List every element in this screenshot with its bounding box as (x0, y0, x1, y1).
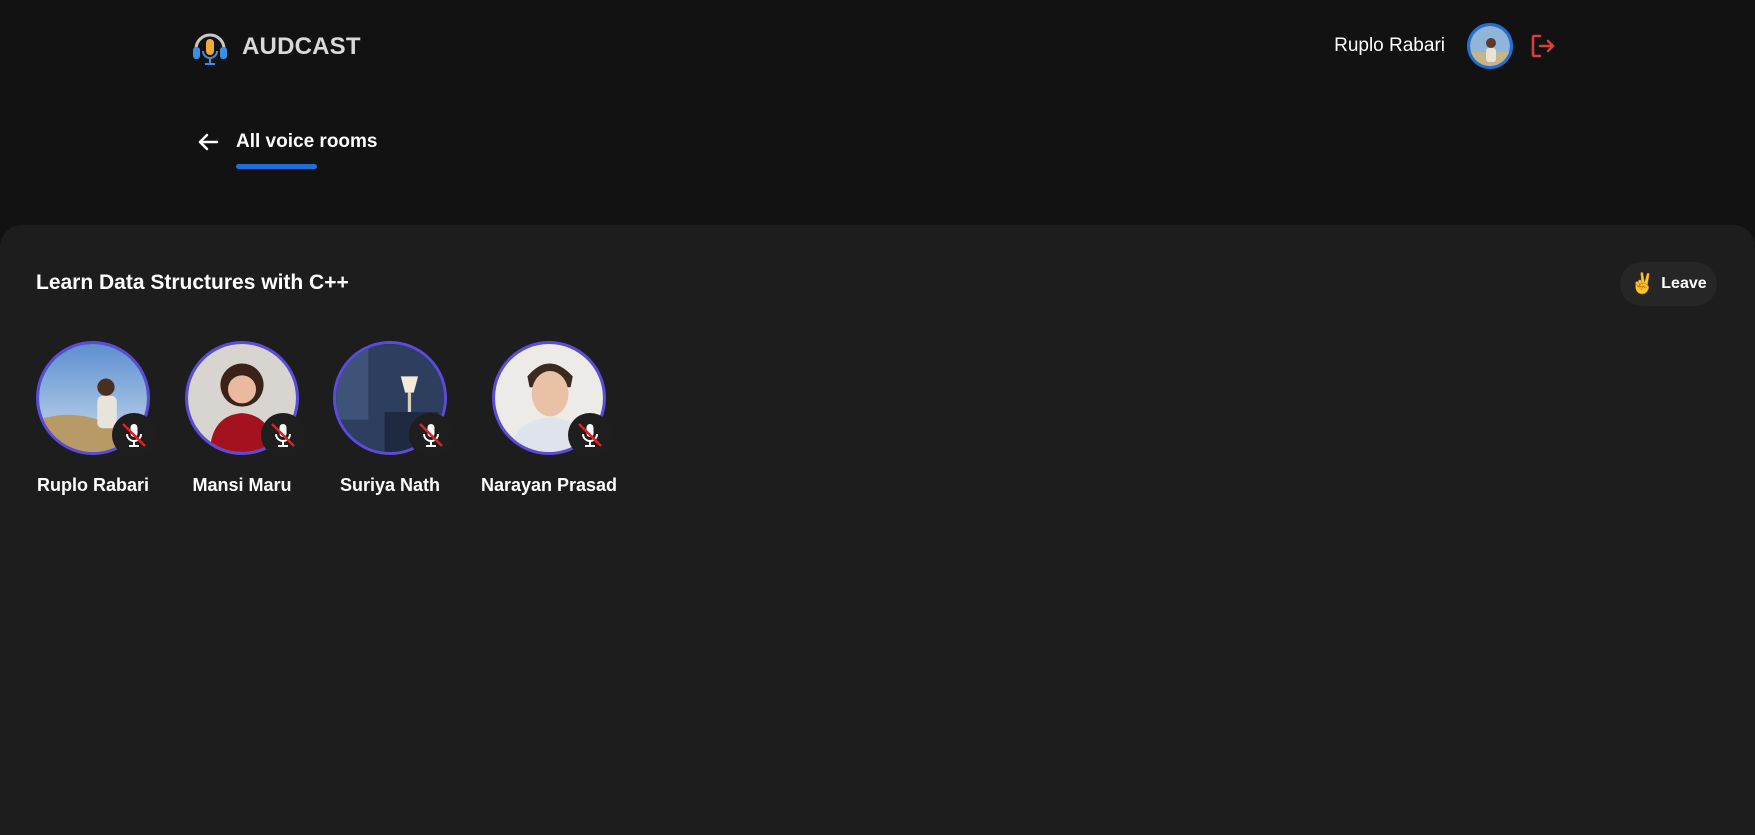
speaker-card[interactable]: Suriya Nath (310, 341, 470, 496)
speaker-name: Ruplo Rabari (36, 475, 149, 495)
speaker-name: Mansi Maru (192, 475, 292, 495)
muted-mic-icon (112, 413, 156, 457)
room-panel: Learn Data Structures with C++ ✌ Leave R… (0, 225, 1755, 835)
muted-mic-icon (409, 413, 453, 457)
top-navigation-bar: AUDCAST Ruplo Rabari (0, 0, 1755, 96)
headphones-mic-icon (193, 33, 227, 65)
victory-hand-icon: ✌ (1630, 273, 1656, 295)
leave-button-label: Leave (1661, 275, 1707, 292)
user-avatar-image (1470, 26, 1510, 66)
brand-logo-link[interactable]: AUDCAST (190, 27, 361, 67)
speaker-card[interactable]: Mansi Maru (162, 341, 322, 496)
speaker-name: Suriya Nath (339, 475, 441, 495)
arrow-left-icon (198, 133, 219, 151)
speaker-card[interactable]: Ruplo Rabari (13, 341, 173, 496)
speaker-name: Narayan Prasad (480, 475, 618, 495)
leave-room-button[interactable]: ✌ Leave (1620, 262, 1717, 306)
room-title: Learn Data Structures with C++ (36, 271, 349, 294)
back-to-rooms-link[interactable]: All voice rooms (196, 126, 378, 158)
page-title: All voice rooms (236, 131, 378, 152)
brand-name: AUDCAST (242, 33, 361, 60)
title-underline (236, 164, 317, 169)
user-area: Ruplo Rabari (1334, 22, 1557, 70)
muted-mic-icon (261, 413, 305, 457)
muted-mic-icon (568, 413, 612, 457)
user-avatar[interactable] (1467, 23, 1513, 69)
logout-icon[interactable] (1529, 32, 1557, 60)
speaker-card[interactable]: Narayan Prasad (469, 341, 629, 496)
current-user-name: Ruplo Rabari (1334, 35, 1445, 56)
